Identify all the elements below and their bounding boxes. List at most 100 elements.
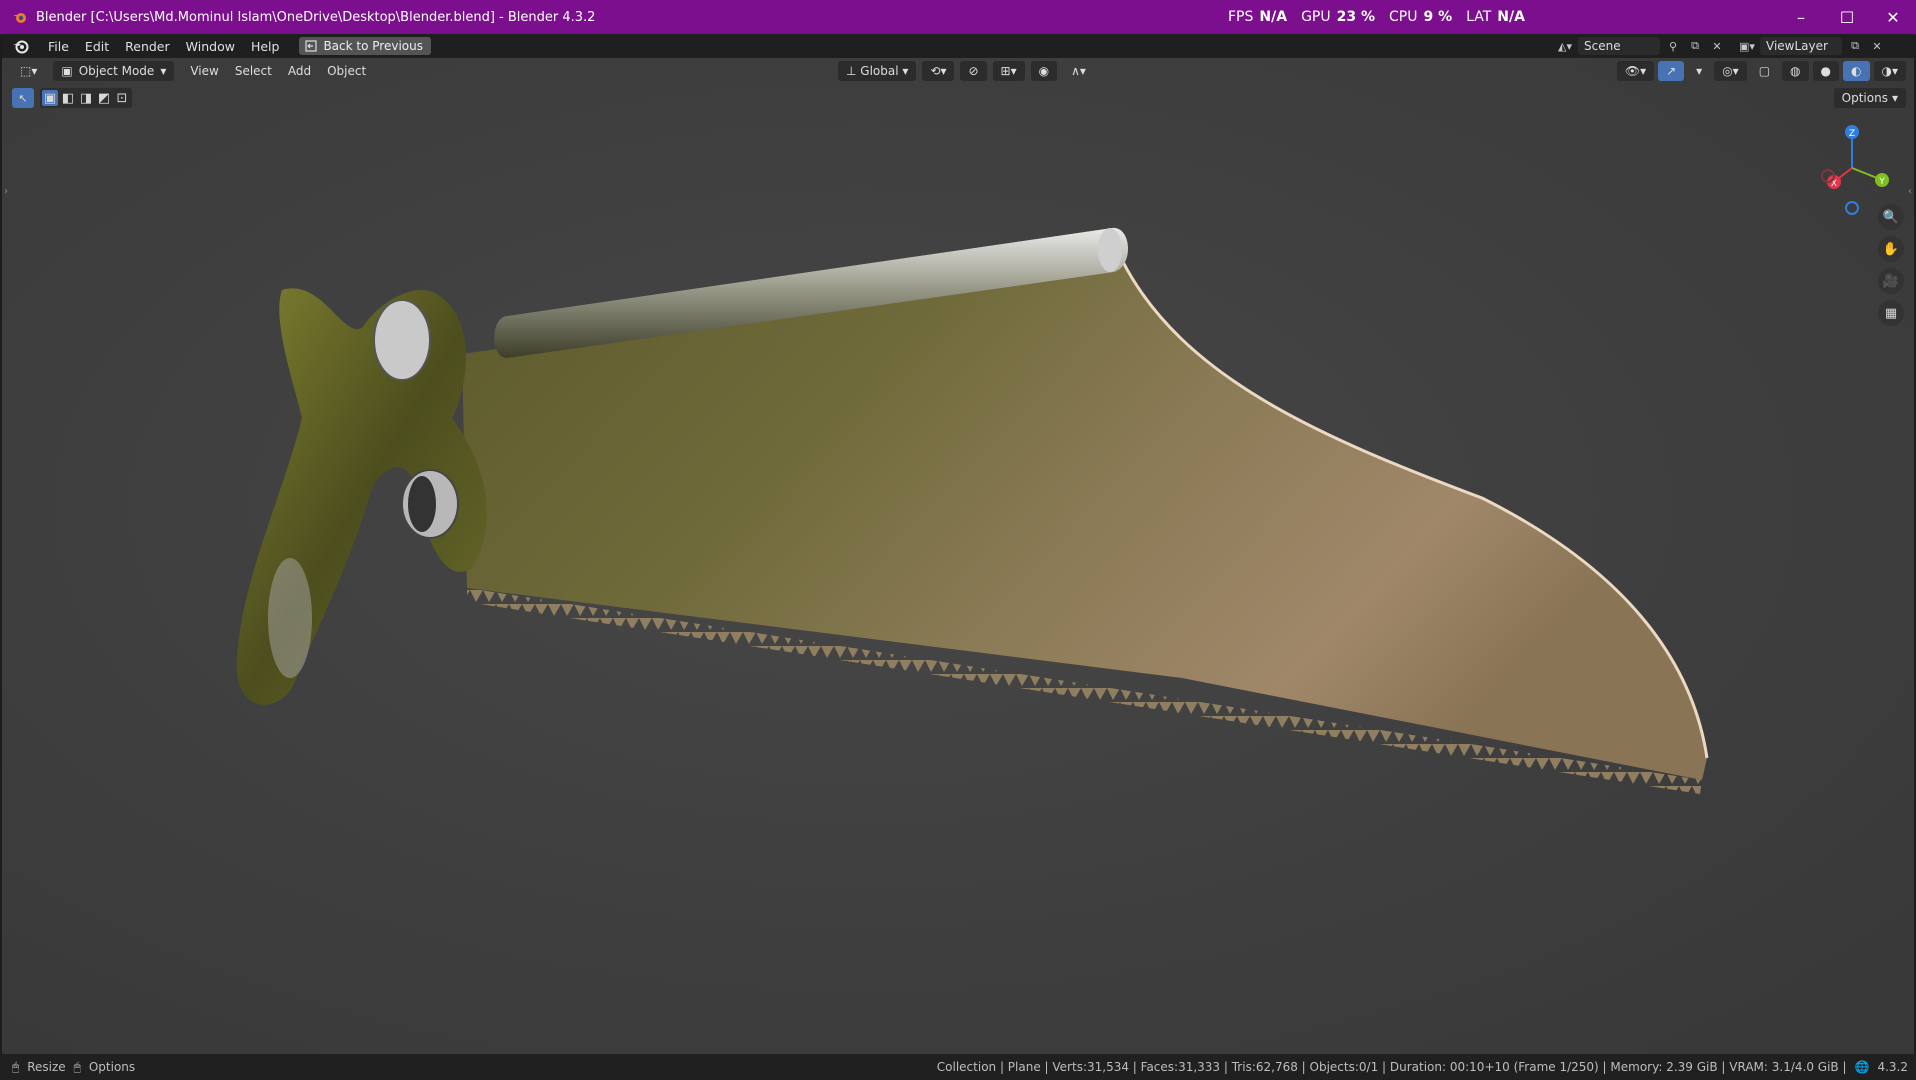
select-tool-button[interactable]: ↖: [12, 88, 34, 108]
neg-z-axis-icon[interactable]: [1845, 201, 1859, 215]
snap-icon: ⊘: [968, 64, 979, 78]
back-to-previous-button[interactable]: Back to Previous: [299, 37, 431, 55]
select-new-icon[interactable]: ▣: [42, 90, 58, 106]
zoom-button[interactable]: 🔍: [1878, 204, 1904, 230]
scene-name: Scene: [1584, 39, 1621, 53]
overlays-icon: ◎▾: [1722, 64, 1739, 78]
menu-edit[interactable]: Edit: [77, 39, 117, 54]
scene-type-icon[interactable]: ◭▾: [1556, 37, 1574, 55]
perspective-toggle-button[interactable]: ▦: [1878, 300, 1904, 326]
menu-view[interactable]: View: [182, 61, 226, 81]
hand-icon: ✋: [1882, 241, 1900, 257]
new-view-layer-icon[interactable]: ⧉: [1846, 37, 1864, 55]
remove-view-layer-icon[interactable]: ✕: [1868, 37, 1886, 55]
gizmo-dropdown[interactable]: ▾: [1688, 61, 1710, 81]
back-icon: [305, 40, 318, 52]
chevron-down-icon: ▾: [1696, 64, 1703, 78]
stat-value: N/A: [1497, 9, 1525, 25]
resize-hint: Resize: [27, 1060, 66, 1074]
menu-add[interactable]: Add: [280, 61, 319, 81]
menu-object[interactable]: Object: [319, 61, 374, 81]
close-button[interactable]: ✕: [1870, 0, 1916, 34]
stat-value: 9 %: [1423, 9, 1453, 25]
select-invert-icon[interactable]: ◩: [96, 90, 112, 106]
proportional-edit-button[interactable]: ◉: [1030, 61, 1058, 81]
object-mode-dropdown[interactable]: ▣ Object Mode ▾: [53, 61, 175, 81]
menu-file[interactable]: File: [40, 39, 77, 54]
falloff-icon: ∧▾: [1071, 64, 1086, 78]
proportional-edit-icon: ◉: [1038, 64, 1050, 78]
editor-type-button[interactable]: ⬚▾: [12, 61, 45, 81]
object-mode-icon: ▣: [61, 64, 73, 78]
select-extend-icon[interactable]: ◧: [60, 90, 76, 106]
navigation-buttons: 🔍 ✋ 🎥 ▦: [1878, 204, 1904, 326]
viewport-header: ⬚▾ ▣ Object Mode ▾ View Select Add Objec…: [2, 58, 1914, 84]
stat-value: N/A: [1259, 9, 1288, 25]
new-scene-icon[interactable]: ⧉: [1686, 37, 1704, 55]
stat-label: CPU: [1389, 9, 1418, 25]
window-controls: – ☐ ✕: [1778, 0, 1916, 34]
wireframe-icon: ◍: [1790, 64, 1801, 78]
orientation-icon: ⊥: [846, 64, 861, 78]
overlays-button[interactable]: ◎▾: [1714, 61, 1747, 81]
snap-target-icon: ⊞▾: [1000, 64, 1017, 78]
options-dropdown[interactable]: Options ▾: [1833, 88, 1906, 108]
viewport-display-tools: 👁▾ ↗ ▾ ◎▾ ▢ ◍ ● ◐ ◑▾: [1616, 61, 1906, 81]
blender-menu-icon[interactable]: [12, 37, 30, 55]
falloff-button[interactable]: ∧▾: [1063, 61, 1094, 81]
chevron-down-icon: ▾: [1891, 91, 1898, 105]
menu-help[interactable]: Help: [243, 39, 288, 54]
snap-button[interactable]: ⊘: [960, 61, 987, 81]
snap-target-button[interactable]: ⊞▾: [992, 61, 1025, 81]
pivot-icon: ⟲▾: [930, 64, 947, 78]
maximize-button[interactable]: ☐: [1824, 0, 1870, 34]
performance-stats: FPS N/A GPU 23 % CPU 9 % LAT N/A: [1228, 0, 1533, 34]
xray-button[interactable]: ▢: [1751, 61, 1778, 81]
scene-statistics: Collection | Plane | Verts:31,534 | Face…: [936, 1060, 1847, 1074]
grid-icon: ▦: [1884, 305, 1898, 321]
pin-icon[interactable]: ⚲: [1664, 37, 1682, 55]
stat-label: GPU: [1301, 9, 1331, 25]
chevron-down-icon: ▾: [898, 64, 909, 78]
eye-icon: 👁▾: [1624, 64, 1647, 78]
view-layer-field[interactable]: ViewLayer: [1760, 37, 1842, 55]
transform-orientation-dropdown[interactable]: ⊥ Global ▾: [838, 61, 917, 81]
shading-wireframe-button[interactable]: ◍: [1782, 61, 1809, 81]
select-subtract-icon[interactable]: ◨: [78, 90, 94, 106]
menu-select[interactable]: Select: [227, 61, 280, 81]
pan-button[interactable]: ✋: [1878, 236, 1904, 262]
right-panel-arrow-icon[interactable]: ‹: [1908, 186, 1912, 197]
view-layer-type-icon[interactable]: ▣▾: [1738, 37, 1756, 55]
y-axis-label: Y: [1878, 177, 1885, 187]
menu-render[interactable]: Render: [117, 39, 178, 54]
shading-material-button[interactable]: ◐: [1843, 61, 1870, 81]
rendered-sphere-icon: ◑▾: [1881, 64, 1899, 78]
z-axis-label: Z: [1849, 129, 1855, 139]
select-intersect-icon[interactable]: ⊡: [114, 90, 130, 106]
editor-type-icon: ⬚▾: [20, 64, 38, 78]
stat-label: FPS: [1228, 9, 1254, 25]
chevron-down-icon: ▾: [160, 64, 167, 78]
stat-value: 23 %: [1336, 9, 1375, 25]
minimize-button[interactable]: –: [1778, 0, 1824, 34]
menu-window[interactable]: Window: [178, 39, 243, 54]
scene-selector-area: ◭▾ Scene ⚲ ⧉ ✕ ▣▾ ViewLayer ⧉ ✕: [1556, 34, 1886, 58]
camera-view-button[interactable]: 🎥: [1878, 268, 1904, 294]
remove-scene-icon[interactable]: ✕: [1708, 37, 1726, 55]
gizmo-toggle-button[interactable]: ↗: [1658, 61, 1685, 81]
selection-mode-group: ▣ ◧ ◨ ◩ ⊡: [40, 88, 132, 108]
visibility-button[interactable]: 👁▾: [1616, 61, 1655, 81]
left-panel-arrow-icon[interactable]: ›: [4, 186, 8, 197]
options-label: Options: [1841, 91, 1888, 105]
window-title: Blender [C:\Users\Md.Mominul Islam\OneDr…: [36, 9, 596, 25]
scene-field[interactable]: Scene: [1578, 37, 1660, 55]
3d-viewport[interactable]: › ‹ ⬚▾ ▣ Object Mode ▾ View Select Add O…: [2, 58, 1914, 1054]
tool-row: ↖ ▣ ◧ ◨ ◩ ⊡: [12, 88, 132, 108]
top-menu-bar: File Edit Render Window Help Back to Pre…: [2, 34, 1914, 58]
shading-rendered-button[interactable]: ◑▾: [1873, 61, 1906, 81]
camera-icon: 🎥: [1882, 273, 1900, 289]
title-bar: Blender [C:\Users\Md.Mominul Islam\OneDr…: [0, 0, 1916, 35]
status-bar: 🖱 Resize 🖱 Options Collection | Plane | …: [0, 1054, 1916, 1080]
shading-solid-button[interactable]: ●: [1812, 61, 1840, 81]
pivot-point-button[interactable]: ⟲▾: [922, 61, 955, 81]
